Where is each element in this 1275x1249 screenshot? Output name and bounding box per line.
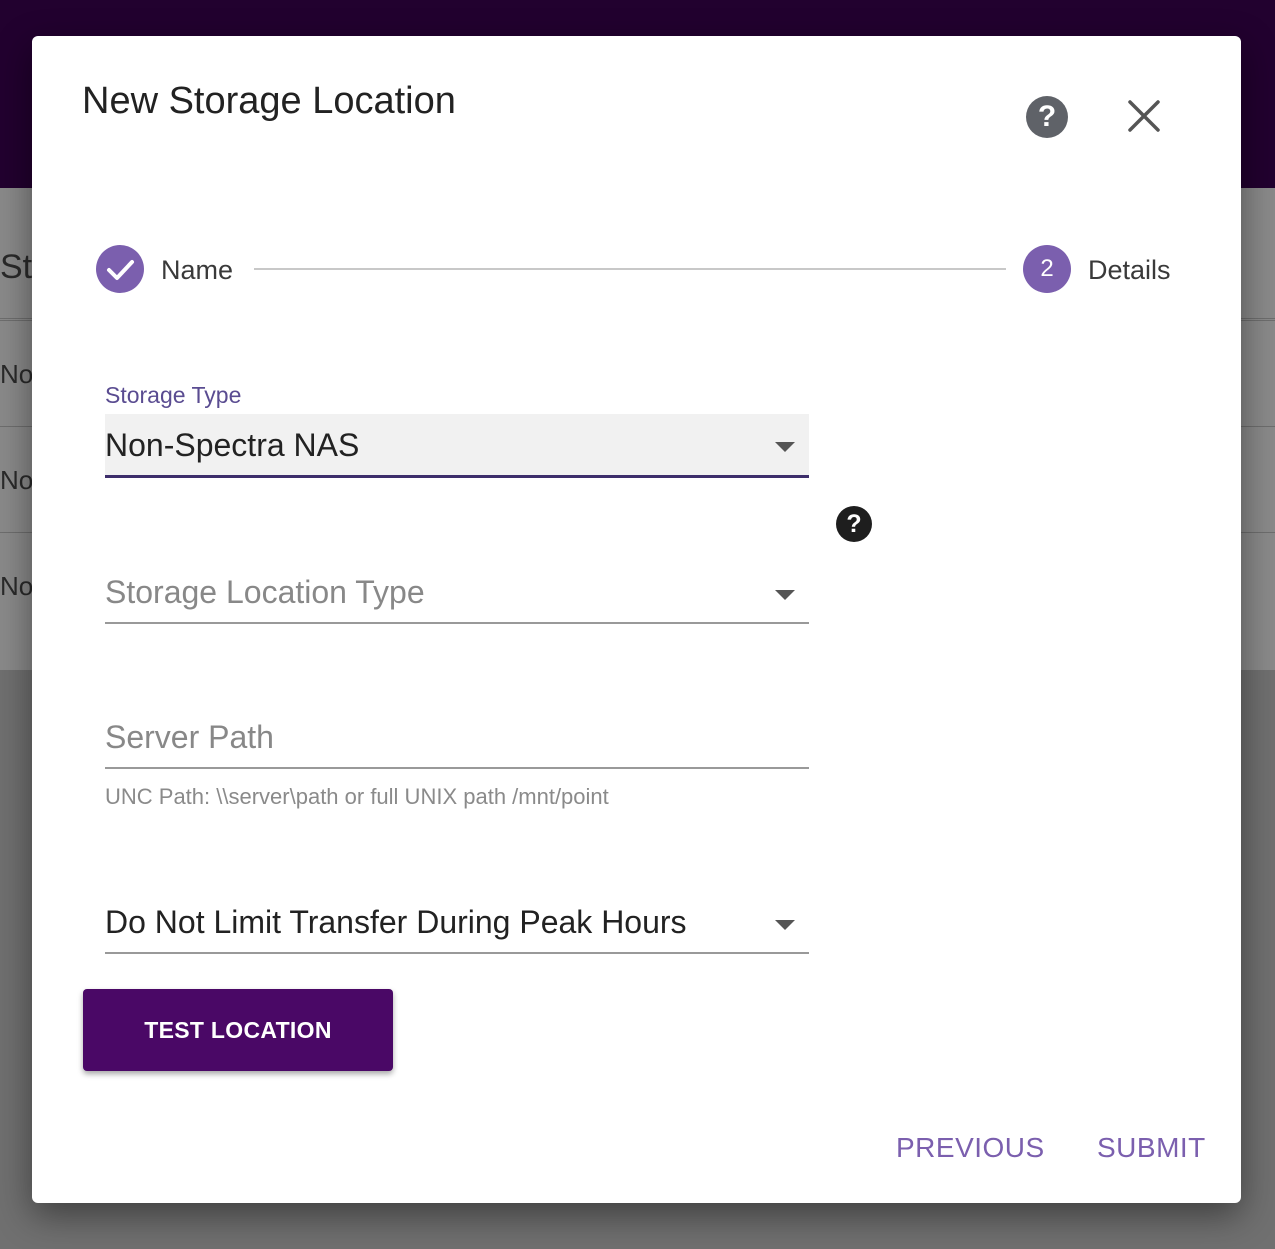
previous-button[interactable]: PREVIOUS [896,1132,1045,1164]
server-path-input[interactable] [105,708,809,769]
help-icon[interactable]: ? [1026,96,1068,138]
storage-type-label: Storage Type [105,382,242,408]
app-row-text: No [0,359,34,389]
storage-type-value: Non-Spectra NAS [105,427,360,463]
dropdown-arrow-icon [775,590,795,600]
app-row-text: No [0,571,34,601]
app-page-title: St [0,248,33,286]
help-info-icon[interactable]: ? [836,506,872,542]
step-completed-check-icon [96,245,144,293]
submit-button[interactable]: SUBMIT [1097,1132,1206,1164]
server-path-hint: UNC Path: \\server\path or full UNIX pat… [105,784,609,809]
dialog-title: New Storage Location [82,80,456,122]
app-row-text: No [0,465,34,495]
new-storage-location-dialog: New Storage Location ? Name 2 Details St… [32,36,1241,1203]
step-number-details: 2 [1023,245,1071,293]
step-label-details: Details [1088,255,1171,285]
storage-type-select[interactable]: Non-Spectra NAS [105,414,809,478]
dropdown-arrow-icon [775,920,795,930]
dropdown-arrow-icon [775,442,795,452]
storage-location-type-select[interactable]: Storage Location Type [105,564,809,624]
test-location-button[interactable]: TEST LOCATION [83,989,393,1071]
stepper-connector [254,268,1006,270]
peak-hours-select[interactable]: Do Not Limit Transfer During Peak Hours [105,894,809,954]
peak-hours-value: Do Not Limit Transfer During Peak Hours [105,904,687,940]
close-icon[interactable] [1122,94,1166,138]
storage-location-type-placeholder: Storage Location Type [105,574,425,610]
step-label-name: Name [161,255,234,285]
